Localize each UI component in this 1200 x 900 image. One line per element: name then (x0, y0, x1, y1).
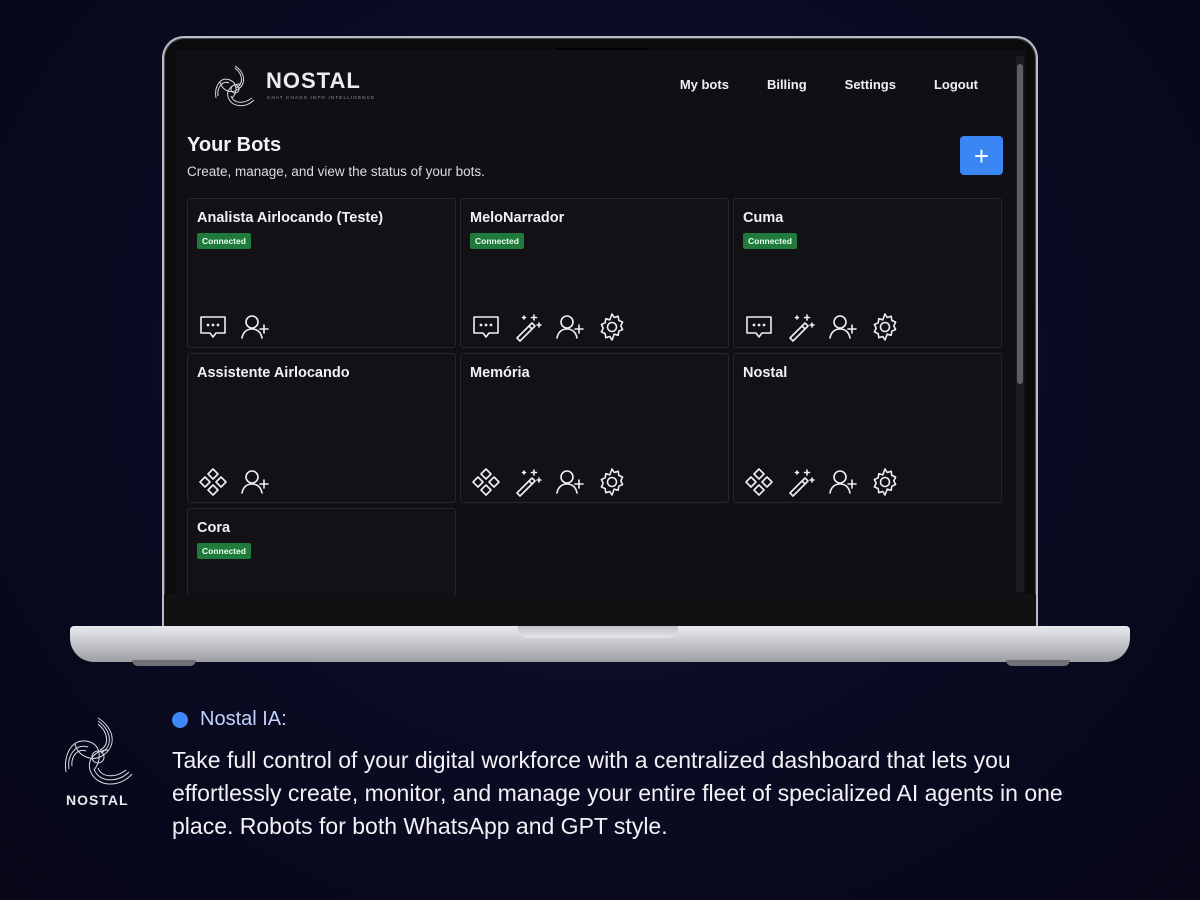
scrollbar[interactable] (1016, 56, 1024, 592)
caption-label: Nostal IA: (200, 708, 287, 730)
bot-name: Assistente Airlocando (197, 365, 350, 381)
brand-logo[interactable]: NOSTAL CHAT CHAOS INTO INTELLIGENCE (210, 62, 390, 114)
bot-actions (470, 466, 628, 498)
gear-icon[interactable] (869, 311, 901, 343)
laptop-foot (132, 660, 196, 666)
bot-name: Analista Airlocando (Teste) (197, 210, 384, 226)
add-user-icon[interactable] (554, 311, 586, 343)
chat-icon[interactable] (197, 311, 229, 343)
chat-icon[interactable] (743, 311, 775, 343)
magic-wand-icon[interactable] (785, 466, 817, 498)
laptop-lid: NOSTAL CHAT CHAOS INTO INTELLIGENCE My b… (162, 36, 1038, 630)
nostal-logo-icon (215, 65, 255, 107)
laptop-chin (164, 594, 1036, 630)
chat-icon[interactable] (470, 311, 502, 343)
scroll-thumb[interactable] (1017, 64, 1023, 384)
brand-tagline: CHAT CHAOS INTO INTELLIGENCE (267, 95, 376, 100)
status-badge: Connected (470, 233, 524, 249)
bot-card[interactable]: MeloNarrador Connected (460, 198, 729, 348)
brand-name: NOSTAL (266, 68, 361, 93)
bot-card[interactable]: Cora Connected (187, 508, 456, 598)
bot-actions (197, 311, 271, 343)
blue-dot-icon (172, 711, 188, 728)
nostal-logo-icon (64, 717, 133, 785)
bot-name: MeloNarrador (470, 210, 565, 226)
laptop-foot (1006, 660, 1070, 666)
bot-actions (197, 466, 271, 498)
bot-name: Cora (197, 520, 231, 536)
page-subtitle: Create, manage, and view the status of y… (187, 164, 485, 179)
nav-billing[interactable]: Billing (767, 77, 807, 92)
bot-card[interactable]: Cuma Connected (733, 198, 1002, 348)
diamond-grid-icon[interactable] (470, 466, 502, 498)
nav-settings[interactable]: Settings (845, 77, 896, 92)
status-badge: Connected (197, 543, 251, 559)
magic-wand-icon[interactable] (512, 311, 544, 343)
add-user-icon[interactable] (827, 466, 859, 498)
bot-card[interactable]: Analista Airlocando (Teste) Connected (187, 198, 456, 348)
bot-card[interactable]: Assistente Airlocando (187, 353, 456, 503)
magic-wand-icon[interactable] (785, 311, 817, 343)
magic-wand-icon[interactable] (512, 466, 544, 498)
bot-name: Memória (470, 365, 530, 381)
bot-actions (470, 311, 628, 343)
nav-my-bots[interactable]: My bots (680, 77, 729, 92)
status-badge: Connected (743, 233, 797, 249)
laptop-base-notch (518, 626, 678, 638)
add-user-icon[interactable] (239, 311, 271, 343)
caption-heading: Nostal IA: (172, 708, 287, 731)
add-user-icon[interactable] (827, 311, 859, 343)
add-user-icon[interactable] (554, 466, 586, 498)
caption-logo-text: NOSTAL (66, 792, 129, 808)
app-header: NOSTAL CHAT CHAOS INTO INTELLIGENCE My b… (176, 50, 1016, 126)
bot-actions (743, 466, 901, 498)
diamond-grid-icon[interactable] (197, 466, 229, 498)
bot-card[interactable]: Memória (460, 353, 729, 503)
top-nav: My bots Billing Settings Logout (680, 77, 978, 92)
status-badge: Connected (197, 233, 251, 249)
app-screen: NOSTAL CHAT CHAOS INTO INTELLIGENCE My b… (176, 50, 1026, 598)
page-title: Your Bots (187, 134, 282, 156)
gear-icon[interactable] (596, 466, 628, 498)
bot-actions (743, 311, 901, 343)
nav-logout[interactable]: Logout (934, 77, 978, 92)
bot-name: Nostal (743, 365, 788, 381)
add-user-icon[interactable] (239, 466, 271, 498)
gear-icon[interactable] (869, 466, 901, 498)
caption-body: Take full control of your digital workfo… (172, 747, 1063, 839)
add-bot-button[interactable]: + (960, 136, 1003, 175)
diamond-grid-icon[interactable] (743, 466, 775, 498)
gear-icon[interactable] (596, 311, 628, 343)
bot-card[interactable]: Nostal (733, 353, 1002, 503)
laptop-base (70, 626, 1130, 662)
bot-name: Cuma (743, 210, 784, 226)
